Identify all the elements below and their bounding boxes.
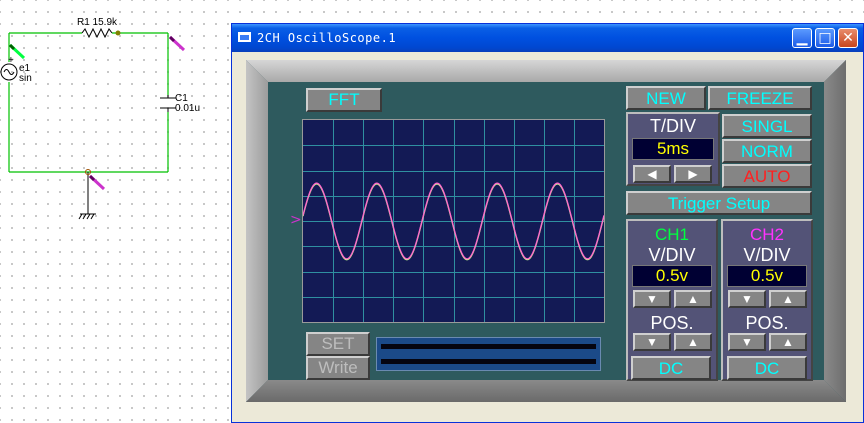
ch2-pos-up-button[interactable]: ▲ <box>769 333 807 351</box>
minimize-icon: ▁ <box>796 30 808 46</box>
scope-screen <box>302 119 605 323</box>
ch2-vdiv-up-button[interactable]: ▲ <box>769 290 807 308</box>
ch1-pos-up-button[interactable]: ▲ <box>674 333 712 351</box>
source-plus: + <box>8 55 14 66</box>
ch2-vdiv-label: V/DIV <box>743 245 791 265</box>
source-type: sin <box>19 73 32 84</box>
memory-display <box>376 337 601 371</box>
singl-button[interactable]: SINGL <box>722 114 812 138</box>
waveform-display <box>303 120 604 322</box>
freeze-button[interactable]: FREEZE <box>708 86 812 110</box>
down-arrow-icon: ▼ <box>741 335 753 349</box>
left-arrow-icon: ◀ <box>647 167 657 181</box>
down-arrow-icon: ▼ <box>741 292 753 306</box>
up-arrow-icon: ▲ <box>782 292 794 306</box>
up-arrow-icon: ▲ <box>782 335 794 349</box>
ch1-vdiv-up-button[interactable]: ▲ <box>674 290 712 308</box>
tdiv-label: T/DIV <box>649 116 696 136</box>
bezel-right <box>824 60 846 402</box>
auto-button[interactable]: AUTO <box>722 164 812 188</box>
fft-button[interactable]: FFT <box>306 88 382 112</box>
maximize-button[interactable]: □ <box>815 28 835 48</box>
ch2-pos-label: POS. <box>745 313 789 333</box>
set-button[interactable]: SET <box>306 332 370 356</box>
ch2-pos-down-button[interactable]: ▼ <box>728 333 766 351</box>
up-arrow-icon: ▲ <box>687 335 699 349</box>
ch2-vdiv-value: 0.5v <box>727 265 807 287</box>
tdiv-increase-button[interactable]: ▶ <box>674 165 712 183</box>
probe-ground-icon <box>88 174 106 191</box>
bezel-left <box>246 60 268 402</box>
tdiv-decrease-button[interactable]: ◀ <box>633 165 671 183</box>
ch1-vdiv-label: V/DIV <box>648 245 696 265</box>
write-button[interactable]: Write <box>306 356 370 380</box>
trigger-level-marker: > <box>290 212 302 228</box>
probe-ch2-top-icon <box>168 35 186 52</box>
norm-button[interactable]: NORM <box>722 139 812 163</box>
resistor-label: R1 15.9k <box>77 17 118 28</box>
ch2-label: CH2 <box>749 225 784 244</box>
down-arrow-icon: ▼ <box>646 335 658 349</box>
maximize-icon: □ <box>818 30 832 46</box>
ch1-label: CH1 <box>654 225 689 244</box>
node-dot <box>115 30 121 36</box>
capacitor-value: 0.01u <box>175 103 201 114</box>
bezel-top <box>246 60 846 82</box>
trigger-setup-button[interactable]: Trigger Setup <box>626 191 812 215</box>
ch2-vdiv-down-button[interactable]: ▼ <box>728 290 766 308</box>
tdiv-value: 5ms <box>632 138 714 160</box>
circuit-schematic: R1 15.9k + e1 sin C1 0.01u <box>0 0 230 240</box>
resistor-icon <box>81 27 113 39</box>
ch1-vdiv-down-button[interactable]: ▼ <box>633 290 671 308</box>
right-arrow-icon: ▶ <box>688 167 698 181</box>
memory-bar-1 <box>381 344 596 349</box>
memory-bar-2 <box>381 359 596 364</box>
ch1-pos-down-button[interactable]: ▼ <box>633 333 671 351</box>
ch1-pos-label: POS. <box>650 313 694 333</box>
new-button[interactable]: NEW <box>626 86 706 110</box>
ch1-coupling-button[interactable]: DC <box>631 356 711 380</box>
close-icon: ✕ <box>842 30 854 46</box>
window-icon <box>238 32 251 42</box>
ch2-coupling-button[interactable]: DC <box>727 356 807 380</box>
close-button[interactable]: ✕ <box>838 28 858 48</box>
title-bar[interactable]: 2CH OscilloScope.1 ▁ □ ✕ <box>232 24 863 52</box>
minimize-button[interactable]: ▁ <box>792 28 812 48</box>
down-arrow-icon: ▼ <box>646 292 658 306</box>
bezel-bottom <box>246 380 846 402</box>
window-title: 2CH OscilloScope.1 <box>257 31 397 45</box>
up-arrow-icon: ▲ <box>687 292 699 306</box>
ch1-vdiv-value: 0.5v <box>632 265 712 287</box>
